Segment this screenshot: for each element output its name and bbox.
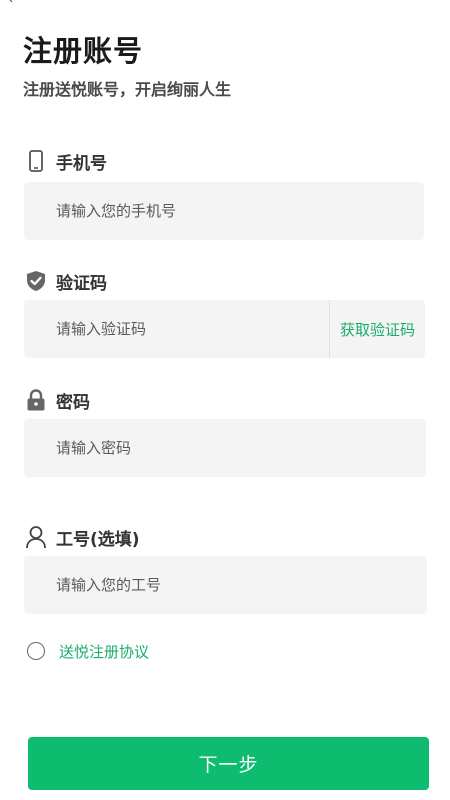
phone-label-row: 手机号 bbox=[24, 148, 107, 174]
phone-icon bbox=[24, 149, 48, 173]
code-field[interactable]: 获取验证码 bbox=[24, 299, 425, 359]
get-code-button[interactable]: 获取验证码 bbox=[328, 300, 425, 358]
phone-label: 手机号 bbox=[56, 153, 107, 174]
page-subtitle: 注册送悦账号，开启绚丽人生 bbox=[23, 80, 232, 99]
next-button[interactable]: 下一步 bbox=[28, 737, 429, 790]
shield-check-icon bbox=[24, 269, 48, 293]
page-title: 注册账号 bbox=[23, 34, 144, 68]
phone-field[interactable] bbox=[24, 181, 424, 241]
employee-id-label: 工号(选填) bbox=[56, 529, 140, 550]
agreement-radio[interactable] bbox=[27, 642, 45, 660]
phone-input[interactable] bbox=[24, 181, 424, 241]
employee-id-field[interactable] bbox=[24, 555, 427, 615]
password-field[interactable] bbox=[24, 418, 426, 478]
employee-id-input[interactable] bbox=[24, 555, 427, 615]
agreement-link[interactable]: 送悦注册协议 bbox=[59, 641, 149, 662]
password-input[interactable] bbox=[24, 418, 426, 478]
user-icon bbox=[24, 525, 48, 549]
code-input[interactable] bbox=[24, 299, 329, 359]
register-page: ` 注册账号 注册送悦账号，开启绚丽人生 手机号 验证码 获取验证码 bbox=[0, 0, 450, 800]
password-label-row: 密码 bbox=[24, 387, 90, 413]
password-label: 密码 bbox=[56, 392, 90, 413]
lock-icon bbox=[24, 388, 48, 412]
employee-id-label-row: 工号(选填) bbox=[24, 524, 140, 550]
corner-mark: ` bbox=[8, 0, 15, 15]
agreement-row: 送悦注册协议 bbox=[27, 640, 149, 662]
code-label: 验证码 bbox=[56, 273, 107, 294]
code-label-row: 验证码 bbox=[24, 268, 107, 294]
